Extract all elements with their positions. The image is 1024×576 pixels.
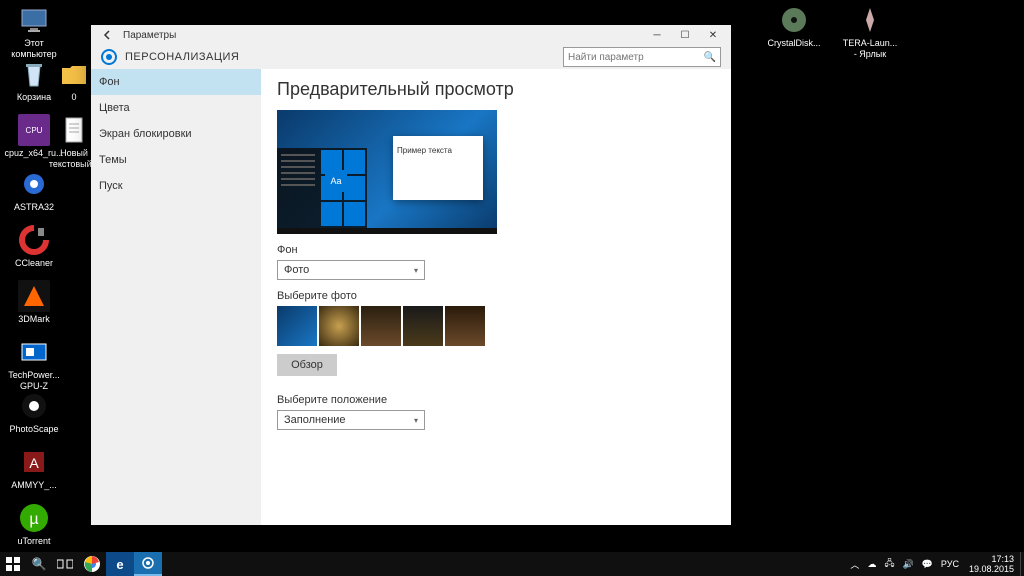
task-view-icon[interactable] [52,552,78,576]
preview-box: Aa Пример текста [277,110,497,234]
search-icon: 🔍 [704,52,716,63]
header-row: ПЕРСОНАЛИЗАЦИЯ 🔍 [91,45,731,69]
desktop-icon-label: AMMYY_... [4,480,64,491]
taskbar-clock[interactable]: 17:13 19.08.2015 [963,554,1020,574]
desktop-icon-gpuz[interactable]: TechPower... GPU-Z [4,336,64,392]
desktop-icon-label: 3DMark [4,314,64,325]
wallpaper-thumb[interactable] [403,306,443,346]
fit-dropdown[interactable]: Заполнение ▾ [277,410,425,430]
desktop-icon-label: Этот компьютер [4,38,64,60]
search-input[interactable] [568,52,704,63]
taskbar-app-chrome[interactable] [78,552,106,576]
background-dropdown[interactable]: Фото ▾ [277,260,425,280]
desktop-icon-label: TechPower... GPU-Z [4,370,64,392]
sidebar-item-lockscreen[interactable]: Экран блокировки [91,121,261,147]
chevron-down-icon: ▾ [414,416,418,425]
taskbar: 🔍 e ︿ ☁ 🖧 🔊 💬 РУС 17:13 19.08.2015 [0,552,1024,576]
back-button[interactable] [95,25,119,45]
desktop-icon-this-pc[interactable]: Этот компьютер [4,4,64,60]
sidebar-item-themes[interactable]: Темы [91,147,261,173]
wallpaper-thumb[interactable] [445,306,485,346]
sidebar: Фон Цвета Экран блокировки Темы Пуск [91,69,261,525]
taskbar-app-settings[interactable] [134,552,162,576]
taskbar-app-edge[interactable]: e [106,552,134,576]
desktop-icon-photoscape[interactable]: PhotoScape [4,390,64,435]
dropdown-value: Заполнение [284,414,346,426]
tray-volume-icon[interactable]: 🔊 [900,559,915,570]
wallpaper-thumb[interactable] [277,306,317,346]
search-taskbar-icon[interactable]: 🔍 [26,552,52,576]
titlebar[interactable]: Параметры ─ ☐ ✕ [91,25,731,45]
tray-notifications-icon[interactable]: 💬 [920,559,935,570]
tray-network-icon[interactable]: 🖧 [882,556,896,572]
sidebar-item-colors[interactable]: Цвета [91,95,261,121]
desktop-icon-label: ASTRA32 [4,202,64,213]
tray-onedrive-icon[interactable]: ☁ [865,559,878,570]
start-button[interactable] [0,552,26,576]
minimize-button[interactable]: ─ [643,25,671,45]
preview-heading: Предварительный просмотр [277,79,715,100]
desktop-icon-astra32[interactable]: ASTRA32 [4,168,64,213]
choose-photo-label: Выберите фото [277,290,715,302]
tray-language[interactable]: РУС [939,559,961,569]
browse-button[interactable]: Обзор [277,354,337,376]
header-title: ПЕРСОНАЛИЗАЦИЯ [125,51,239,63]
search-box[interactable]: 🔍 [563,47,721,67]
close-button[interactable]: ✕ [699,25,727,45]
background-label: Фон [277,244,715,256]
preview-sample-text: Пример текста [397,146,452,155]
desktop-icon-label: CrystalDisk... [764,38,824,49]
desktop-icon-label: uTorrent [4,536,64,547]
desktop-icon-label: PhotoScape [4,424,64,435]
thumbnail-row [277,306,715,346]
sidebar-item-background[interactable]: Фон [91,69,261,95]
show-desktop-button[interactable] [1020,552,1024,576]
tray-chevron-up-icon[interactable]: ︿ [848,558,861,571]
desktop-icon-label: CCleaner [4,258,64,269]
wallpaper-thumb[interactable] [361,306,401,346]
desktop-icon-utorrent[interactable]: µ uTorrent [4,502,64,547]
desktop-icon-tera[interactable]: TERA-Laun... - Ярлык [840,4,900,60]
svg-text:µ: µ [29,511,38,528]
desktop-icon-ccleaner[interactable]: CCleaner [4,224,64,269]
desktop-icon-label: TERA-Laun... - Ярлык [840,38,900,60]
fit-label: Выберите положение [277,394,715,406]
window-title: Параметры [123,30,643,41]
dropdown-value: Фото [284,264,309,276]
content-area: Предварительный просмотр Aa Пример текст… [261,69,731,525]
desktop-icon-crystaldisk[interactable]: CrystalDisk... [764,4,824,49]
desktop-icon-3dmark[interactable]: 3DMark [4,280,64,325]
chevron-down-icon: ▾ [414,266,418,275]
settings-window: Параметры ─ ☐ ✕ ПЕРСОНАЛИЗАЦИЯ 🔍 Фон Цве… [91,25,731,525]
desktop-icon-ammyy[interactable]: A AMMYY_... [4,446,64,491]
preview-sample-window: Пример текста [393,136,483,200]
preview-aa: Aa [325,170,347,192]
clock-date: 19.08.2015 [969,564,1014,574]
svg-text:A: A [29,455,39,471]
gear-icon [101,49,117,65]
wallpaper-thumb[interactable] [319,306,359,346]
maximize-button[interactable]: ☐ [671,25,699,45]
sidebar-item-start[interactable]: Пуск [91,173,261,199]
clock-time: 17:13 [969,554,1014,564]
system-tray: ︿ ☁ 🖧 🔊 💬 РУС [848,556,963,572]
